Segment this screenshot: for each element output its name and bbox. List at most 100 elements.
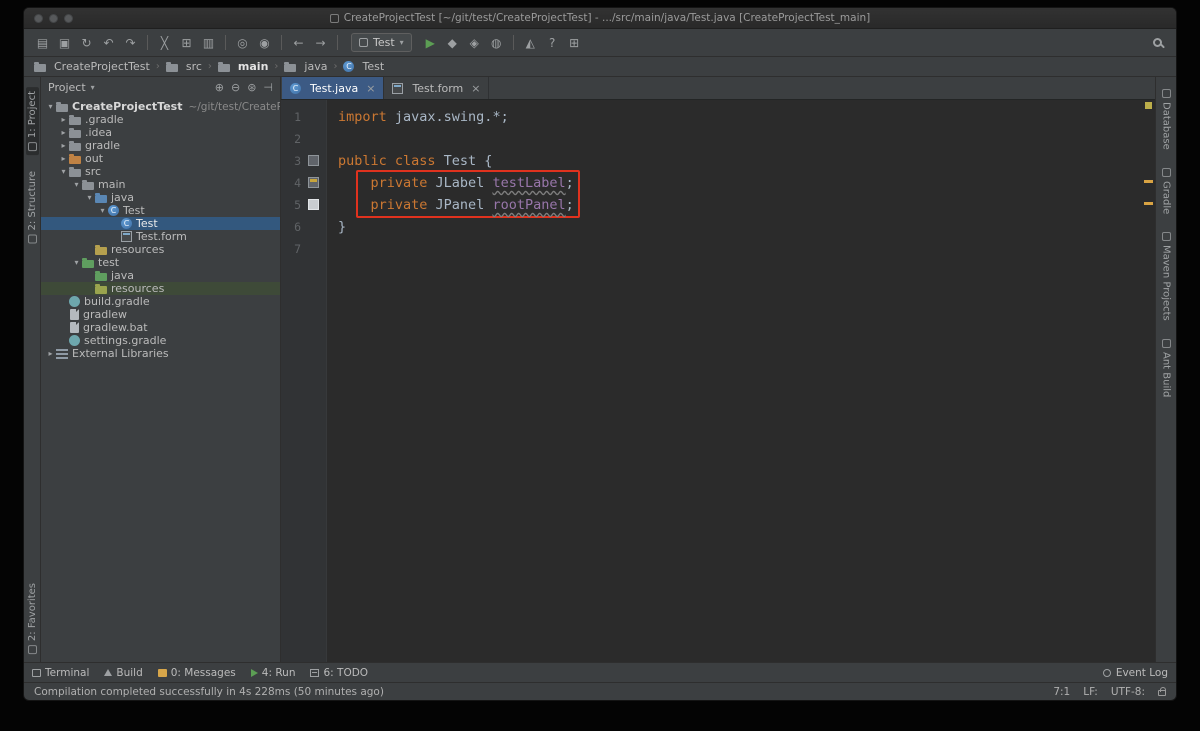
titlebar[interactable]: CreateProjectTest [~/git/test/CreateProj… [24, 8, 1176, 29]
editor-tab-test-java[interactable]: Test.java × [282, 77, 385, 99]
tool-window-button-4-run[interactable]: 4: Run [250, 667, 295, 679]
gutter-form2-icon[interactable] [308, 177, 319, 188]
class-icon [290, 82, 301, 94]
tree-item-test[interactable]: ▾ test [41, 256, 280, 269]
paste-icon[interactable]: ▥ [198, 32, 219, 53]
hide-panel-icon[interactable]: ⊣ [263, 81, 273, 94]
tree-expanded-arrow-icon[interactable]: ▾ [71, 180, 82, 189]
tree-item-out[interactable]: ▸ out [41, 152, 280, 165]
run-configuration-selector[interactable]: Test ▾ [351, 33, 412, 52]
tree-item-gradle[interactable]: ▸ gradle [41, 139, 280, 152]
tree-expanded-arrow-icon[interactable]: ▾ [71, 258, 82, 267]
settings-icon[interactable]: ⊛ [247, 81, 256, 94]
tree-item-idea[interactable]: ▸ .idea [41, 126, 280, 139]
encoding-widget[interactable]: UTF-8: [1111, 686, 1145, 698]
find-icon[interactable]: ◎ [232, 32, 253, 53]
build-project-icon[interactable]: ◭ [520, 32, 541, 53]
tree-item-gradlew[interactable]: gradlew [41, 308, 280, 321]
save-all-icon[interactable]: ▣ [54, 32, 75, 53]
chevron-down-icon[interactable]: ▾ [91, 83, 95, 92]
tree-item-gradle[interactable]: ▸ .gradle [41, 113, 280, 126]
tool-window-button-terminal[interactable]: Terminal [32, 667, 89, 679]
tool-windows-icon[interactable]: ⊞ [564, 32, 585, 53]
cut-icon[interactable]: ╳ [154, 32, 175, 53]
search-everywhere-icon[interactable] [1153, 38, 1162, 47]
tool-window-button-0-messages[interactable]: 0: Messages [157, 667, 236, 679]
synchronize-icon[interactable]: ↻ [76, 32, 97, 53]
close-tab-icon[interactable]: × [471, 82, 480, 95]
tree-item-resources[interactable]: resources [41, 243, 280, 256]
tree-item-resources[interactable]: resources [41, 282, 280, 295]
line-separator-widget[interactable]: LF: [1083, 686, 1098, 698]
tree-collapsed-arrow-icon[interactable]: ▸ [58, 141, 69, 150]
tree-item-main[interactable]: ▾ main [41, 178, 280, 191]
tree-expanded-arrow-icon[interactable]: ▾ [58, 167, 69, 176]
back-icon[interactable]: ← [288, 32, 309, 53]
project-panel-title[interactable]: Project [48, 81, 86, 94]
forward-icon[interactable]: → [310, 32, 331, 53]
build-icon [104, 669, 113, 676]
editor-tab-test-form[interactable]: Test.form × [384, 77, 490, 99]
undo-icon[interactable]: ↶ [98, 32, 119, 53]
breadcrumb-item-main[interactable]: main [217, 60, 268, 73]
tree-item-external-libraries[interactable]: ▸ External Libraries [41, 347, 280, 360]
project-tool-window: Project ▾ ⊕ ⊖ ⊛ ⊣ ▾ CreateProjectTest ~/git/t… [41, 77, 281, 662]
breadcrumb-item-java[interactable]: java [284, 60, 327, 73]
tool-window-button-database[interactable]: Database [1161, 89, 1172, 150]
tree-item-java[interactable]: ▾ java [41, 191, 280, 204]
open-icon[interactable]: ▤ [32, 32, 53, 53]
help-icon[interactable]: ? [542, 32, 563, 53]
tool-window-button-1-project[interactable]: 1: Project [25, 87, 39, 156]
code-token: public class [338, 153, 444, 169]
tree-expanded-arrow-icon[interactable]: ▾ [97, 206, 108, 215]
collapse-all-icon[interactable]: ⊖ [231, 81, 240, 94]
tree-item-gradlew-bat[interactable]: gradlew.bat [41, 321, 280, 334]
breadcrumb-item-test[interactable]: Test [343, 60, 384, 73]
tool-window-button-gradle[interactable]: Gradle [1161, 167, 1172, 214]
replace-icon[interactable]: ◉ [254, 32, 275, 53]
caret-position-widget[interactable]: 7:1 [1053, 686, 1070, 698]
zoom-window-button[interactable] [64, 14, 73, 23]
tree-item-test-form[interactable]: Test.form [41, 230, 280, 243]
warning-stripe-mark[interactable] [1144, 180, 1153, 183]
coverage-icon[interactable]: ◈ [464, 32, 485, 53]
tool-window-button-6-todo[interactable]: 6: TODO [310, 667, 368, 679]
gutter-form1-icon[interactable] [308, 155, 319, 166]
tool-window-button-ant-build[interactable]: Ant Build [1161, 338, 1172, 397]
run-icon[interactable]: ▶ [420, 32, 441, 53]
tool-window-button-2-structure[interactable]: 2: Structure [27, 171, 38, 244]
copy-icon[interactable]: ⊞ [176, 32, 197, 53]
breadcrumb-item-createprojecttest[interactable]: CreateProjectTest [34, 60, 150, 73]
tree-item-test[interactable]: ▾ Test [41, 204, 280, 217]
tree-collapsed-arrow-icon[interactable]: ▸ [58, 115, 69, 124]
tool-window-button-maven-projects[interactable]: Maven Projects [1161, 232, 1172, 321]
minimize-window-button[interactable] [49, 14, 58, 23]
lock-icon[interactable] [1158, 687, 1166, 696]
tree-item-build-gradle[interactable]: build.gradle [41, 295, 280, 308]
tree-item-test[interactable]: Test [41, 217, 280, 230]
folder-test-icon [82, 257, 94, 268]
breadcrumb-item-src[interactable]: src [165, 60, 202, 73]
redo-icon[interactable]: ↷ [120, 32, 141, 53]
tree-item-java[interactable]: java [41, 269, 280, 282]
event-log-button[interactable]: Event Log [1102, 667, 1168, 679]
tree-item-src[interactable]: ▾ src [41, 165, 280, 178]
debug-icon[interactable]: ◆ [442, 32, 463, 53]
tree-expanded-arrow-icon[interactable]: ▾ [45, 102, 56, 111]
profiler-icon[interactable]: ◍ [486, 32, 507, 53]
warning-stripe-mark[interactable] [1144, 202, 1153, 205]
tree-item-createprojecttest[interactable]: ▾ CreateProjectTest ~/git/test/CreateProje… [41, 100, 280, 113]
tree-collapsed-arrow-icon[interactable]: ▸ [45, 349, 56, 358]
tree-item-settings-gradle[interactable]: settings.gradle [41, 334, 280, 347]
gutter-square-icon[interactable] [308, 199, 319, 210]
tool-window-button-2-favorites[interactable]: 2: Favorites [27, 583, 38, 654]
expand-all-icon[interactable]: ⊕ [215, 81, 224, 94]
close-tab-icon[interactable]: × [366, 82, 375, 95]
tree-collapsed-arrow-icon[interactable]: ▸ [58, 128, 69, 137]
code-editor[interactable]: 1 2 3 4 5 6 7 import javax.swing.*; public clas… [281, 100, 1155, 662]
tree-expanded-arrow-icon[interactable]: ▾ [84, 193, 95, 202]
close-window-button[interactable] [34, 14, 43, 23]
tool-window-button-build[interactable]: Build [104, 667, 143, 679]
inspection-indicator-icon[interactable] [1145, 102, 1152, 109]
tree-collapsed-arrow-icon[interactable]: ▸ [58, 154, 69, 163]
